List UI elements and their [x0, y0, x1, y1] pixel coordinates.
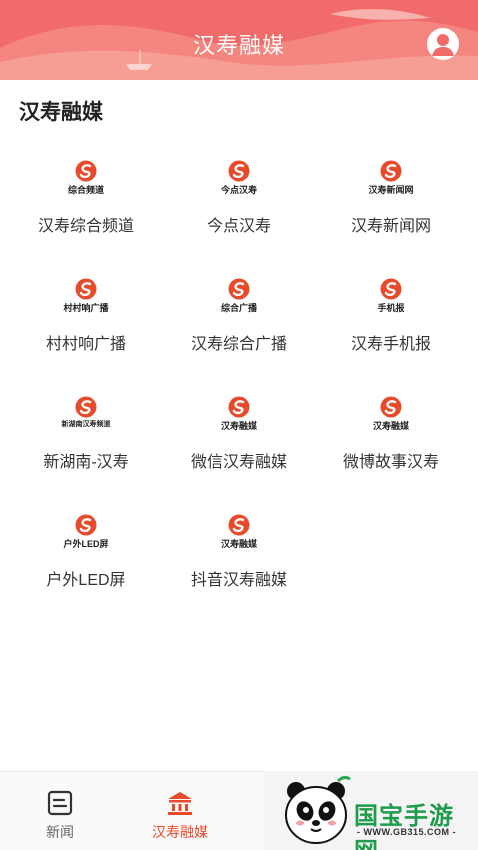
- channel-item[interactable]: 新湖南汉寿频道 新湖南-汉寿: [6, 386, 166, 504]
- channel-label: 户外LED屏: [46, 572, 126, 589]
- tab-news-label: 新闻: [46, 824, 74, 840]
- channel-label: 微博故事汉寿: [342, 454, 439, 471]
- channel-label: 微信汉寿融媒: [190, 454, 287, 471]
- channel-logo: 手机报: [341, 278, 441, 313]
- channel-label: 村村响广播: [45, 336, 126, 353]
- news-icon: [47, 790, 73, 816]
- channel-logo: 村村响广播: [36, 278, 136, 313]
- channel-logo-icon: [228, 160, 250, 182]
- channel-logo-icon: [380, 396, 402, 418]
- watermark: 国宝手游网 - WWW.GB315.COM -: [264, 771, 478, 850]
- user-icon: [432, 34, 454, 56]
- channel-label: 汉寿新闻网: [350, 218, 431, 235]
- channel-item[interactable]: 村村响广播 村村响广播: [6, 268, 166, 386]
- tab-news[interactable]: 新闻: [0, 772, 120, 850]
- channel-logo: 汉寿融媒: [189, 514, 289, 549]
- channel-logo-icon: [75, 278, 97, 300]
- user-profile-button[interactable]: [427, 28, 459, 60]
- channel-logo-icon: [228, 278, 250, 300]
- channel-logo-icon: [228, 396, 250, 418]
- watermark-url: - WWW.GB315.COM -: [357, 827, 456, 837]
- channel-item[interactable]: 综合频道 汉寿综合频道: [6, 150, 166, 268]
- tab-hanshou-media-label: 汉寿融媒: [152, 824, 208, 840]
- channel-label: 今点汉寿: [206, 218, 271, 235]
- page-title: 汉寿融媒: [192, 33, 285, 58]
- channel-label: 汉寿综合频道: [37, 218, 134, 235]
- channel-logo: 综合广播: [189, 278, 289, 313]
- channel-item[interactable]: 综合广播 汉寿综合广播: [159, 268, 319, 386]
- channel-logo: 汉寿融媒: [341, 396, 441, 431]
- channel-logo-icon: [75, 514, 97, 536]
- channel-logo-icon: [380, 278, 402, 300]
- channel-logo-icon: [75, 396, 97, 418]
- channel-logo: 汉寿新闻网: [341, 160, 441, 195]
- channel-logo-icon: [228, 514, 250, 536]
- channel-label: 汉寿综合广播: [190, 336, 287, 353]
- watermark-text: 国宝手游网: [354, 802, 454, 850]
- building-icon: [168, 792, 192, 815]
- channel-logo: 今点汉寿: [189, 160, 289, 195]
- channel-label: 新湖南-汉寿: [43, 454, 129, 471]
- channel-item[interactable]: 手机报 汉寿手机报: [311, 268, 471, 386]
- section-title: 汉寿融媒: [19, 101, 103, 124]
- channel-item[interactable]: 户外LED屏 户外LED屏: [6, 504, 166, 622]
- channel-logo-icon: [75, 160, 97, 182]
- channel-logo: 新湖南汉寿频道: [36, 396, 136, 430]
- channel-logo-icon: [380, 160, 402, 182]
- channel-logo: 户外LED屏: [36, 514, 136, 549]
- header-bar: 汉寿融媒: [0, 0, 478, 80]
- app-screen: 汉寿融媒 汉寿融媒 综合频道 汉寿综合频道 今点汉寿 今点汉寿 汉寿新闻网 汉寿…: [0, 0, 478, 850]
- channel-logo: 汉寿融媒: [189, 396, 289, 431]
- channel-label: 汉寿手机报: [350, 336, 431, 353]
- panda-logo: [285, 775, 351, 844]
- channel-item[interactable]: 今点汉寿 今点汉寿: [159, 150, 319, 268]
- channel-label: 抖音汉寿融媒: [190, 572, 287, 589]
- channel-item[interactable]: 汉寿融媒 微信汉寿融媒: [159, 386, 319, 504]
- tab-hanshou-media[interactable]: 汉寿融媒: [120, 772, 240, 850]
- channel-item[interactable]: 汉寿融媒 微博故事汉寿: [311, 386, 471, 504]
- channel-item[interactable]: 汉寿融媒 抖音汉寿融媒: [159, 504, 319, 622]
- channel-item[interactable]: 汉寿新闻网 汉寿新闻网: [311, 150, 471, 268]
- channel-logo: 综合频道: [36, 160, 136, 195]
